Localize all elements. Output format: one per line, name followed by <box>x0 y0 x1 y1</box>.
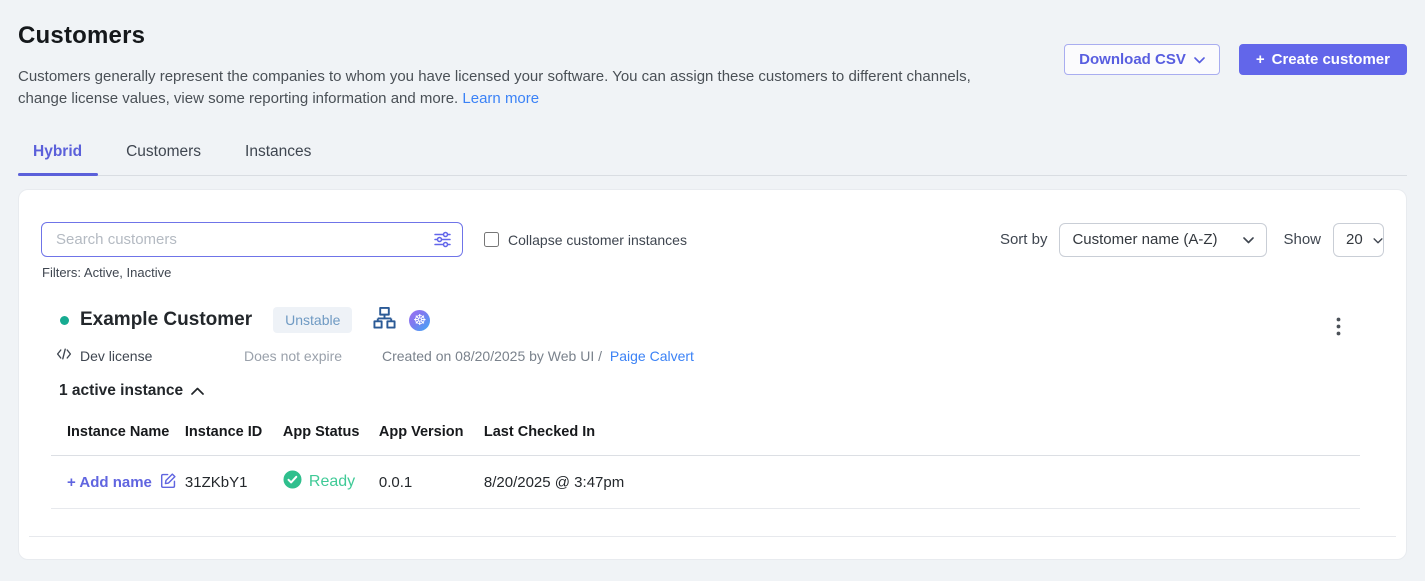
add-name-button[interactable]: + Add name <box>67 472 177 493</box>
show-select-value: 20 <box>1346 231 1363 248</box>
col-header-instance-id: Instance ID <box>185 415 283 456</box>
page-description: Customers generally represent the compan… <box>18 66 978 110</box>
code-icon <box>56 347 72 364</box>
chevron-down-icon <box>1194 51 1205 68</box>
instances-table: Instance Name Instance ID App Status App… <box>51 415 1360 509</box>
check-circle-icon <box>283 470 302 494</box>
col-header-last-checked-in: Last Checked In <box>484 415 1360 456</box>
tab-hybrid[interactable]: Hybrid <box>33 143 82 175</box>
collapse-instances-checkbox[interactable] <box>484 232 499 247</box>
header-actions: Download CSV + Create customer <box>1064 44 1407 75</box>
collapse-instances-label: Collapse customer instances <box>508 232 687 248</box>
edit-icon[interactable] <box>160 472 177 493</box>
license-created: Created on 08/20/2025 by Web UI / Paige … <box>382 348 694 364</box>
table-row: + Add name 31ZKbY1 <box>51 456 1360 509</box>
page-title: Customers <box>18 22 978 50</box>
plus-icon: + <box>1256 51 1265 68</box>
show-select[interactable]: 20 <box>1333 223 1384 257</box>
channel-badge: Unstable <box>273 307 352 333</box>
customer-row-header: Example Customer Unstable ☸ <box>41 306 1384 334</box>
chevron-down-icon <box>1373 231 1383 248</box>
customers-card: Collapse customer instances Sort by Cust… <box>18 189 1407 560</box>
add-name-label: + Add name <box>67 474 152 491</box>
list-controls: Sort by Customer name (A-Z) Show 20 <box>1000 223 1384 257</box>
tab-instances[interactable]: Instances <box>245 143 311 175</box>
create-customer-button[interactable]: + Create customer <box>1239 44 1407 75</box>
card-bottom-divider <box>29 536 1396 537</box>
license-type-label: Dev license <box>80 348 152 364</box>
instance-id-cell: 31ZKbY1 <box>185 456 283 509</box>
active-filters-text: Filters: Active, Inactive <box>42 265 1384 280</box>
created-by-link[interactable]: Paige Calvert <box>610 348 694 364</box>
chevron-up-icon <box>191 382 204 400</box>
tab-customers[interactable]: Customers <box>126 143 201 175</box>
col-header-instance-name: Instance Name <box>51 415 185 456</box>
instances-summary-toggle[interactable]: 1 active instance <box>59 382 1384 400</box>
app-status-label: Ready <box>309 473 355 491</box>
search-wrap <box>41 222 463 257</box>
kubernetes-icon: ☸ <box>409 310 430 331</box>
last-checked-in-cell: 8/20/2025 @ 3:47pm <box>484 456 1360 509</box>
table-header-row: Instance Name Instance ID App Status App… <box>51 415 1360 456</box>
sitemap-icon <box>373 306 396 334</box>
search-input[interactable] <box>41 222 463 257</box>
app-version-cell: 0.0.1 <box>379 456 484 509</box>
install-type-icons: ☸ <box>373 306 430 334</box>
learn-more-link[interactable]: Learn more <box>462 90 539 107</box>
customers-page: Customers Customers generally represent … <box>0 0 1425 560</box>
instances-summary-label: 1 active instance <box>59 382 183 400</box>
customer-name-link[interactable]: Example Customer <box>80 309 252 331</box>
page-header: Customers Customers generally represent … <box>18 18 1407 110</box>
download-csv-button[interactable]: Download CSV <box>1064 44 1220 75</box>
kebab-menu-icon[interactable] <box>1336 317 1341 341</box>
license-row: Dev license Does not expire Created on 0… <box>56 347 1384 364</box>
sort-select-value: Customer name (A-Z) <box>1072 231 1217 248</box>
chevron-down-icon <box>1243 231 1254 248</box>
license-expiry: Does not expire <box>244 348 382 364</box>
sort-by-label: Sort by <box>1000 231 1048 248</box>
created-text: Created on 08/20/2025 by Web UI / <box>382 348 602 364</box>
create-customer-label: Create customer <box>1272 51 1390 68</box>
filter-sliders-icon[interactable] <box>433 230 452 254</box>
toolbar: Collapse customer instances Sort by Cust… <box>41 222 1384 257</box>
kubernetes-glyph: ☸ <box>413 313 426 328</box>
sort-select[interactable]: Customer name (A-Z) <box>1059 223 1267 257</box>
active-status-dot-icon <box>60 316 69 325</box>
col-header-app-version: App Version <box>379 415 484 456</box>
collapse-instances-control[interactable]: Collapse customer instances <box>484 232 687 248</box>
col-header-app-status: App Status <box>283 415 379 456</box>
license-type: Dev license <box>56 347 244 364</box>
app-status-cell: Ready <box>283 470 355 494</box>
show-label: Show <box>1283 231 1321 248</box>
download-csv-label: Download CSV <box>1079 51 1186 68</box>
tab-bar: Hybrid Customers Instances <box>18 143 1407 176</box>
header-text-block: Customers Customers generally represent … <box>18 18 978 110</box>
